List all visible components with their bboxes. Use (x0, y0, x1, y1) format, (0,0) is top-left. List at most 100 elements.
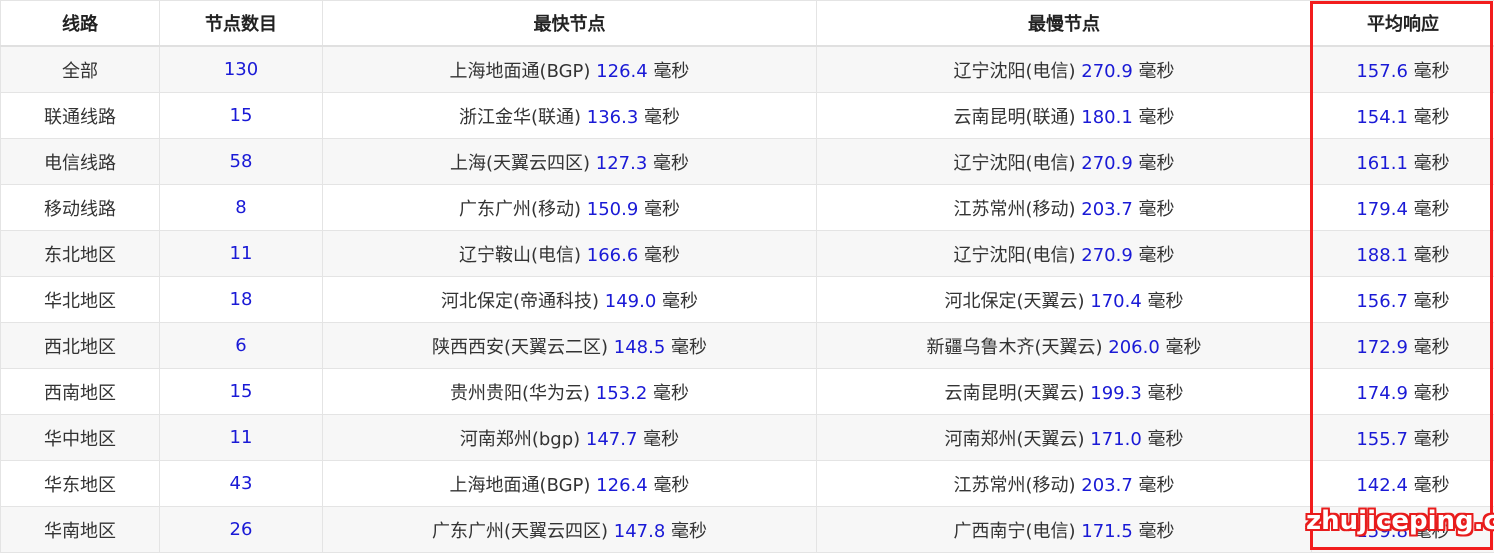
cell-average-response: 161.1 毫秒 (1312, 139, 1494, 185)
cell-slowest-node: 云南昆明(联通) 180.1 毫秒 (817, 93, 1312, 139)
node-count-value: 6 (235, 335, 246, 356)
cell-node-count: 11 (160, 415, 323, 461)
cell-line: 华东地区 (1, 461, 160, 507)
fastest-node-ms: 149.0 (605, 291, 657, 312)
cell-line: 东北地区 (1, 231, 160, 277)
slowest-node-name: 江苏常州(移动) (953, 199, 1075, 220)
table-row: 全部130上海地面通(BGP) 126.4 毫秒辽宁沈阳(电信) 270.9 毫… (1, 46, 1494, 93)
cell-average-response: 179.4 毫秒 (1312, 185, 1494, 231)
fastest-node-ms: 136.3 (587, 107, 639, 128)
fastest-node-name: 河北保定(帝通科技) (441, 291, 599, 312)
slowest-node-name: 辽宁沈阳(电信) (953, 61, 1075, 82)
unit-label: 毫秒 (644, 245, 680, 266)
cell-node-count: 58 (160, 139, 323, 185)
table-row: 华北地区18河北保定(帝通科技) 149.0 毫秒河北保定(天翼云) 170.4… (1, 277, 1494, 323)
slowest-node-name: 辽宁沈阳(电信) (953, 245, 1075, 266)
slowest-node-ms: 171.5 (1081, 521, 1133, 542)
unit-label: 毫秒 (1414, 429, 1450, 450)
header-line: 线路 (1, 1, 160, 47)
cell-slowest-node: 江苏常州(移动) 203.7 毫秒 (817, 185, 1312, 231)
fastest-node-name: 广东广州(天翼云四区) (432, 521, 608, 542)
cell-slowest-node: 江苏常州(移动) 203.7 毫秒 (817, 461, 1312, 507)
unit-label: 毫秒 (1414, 107, 1450, 128)
average-ms: 188.1 (1356, 245, 1408, 266)
cell-line: 全部 (1, 46, 160, 93)
cell-fastest-node: 贵州贵阳(华为云) 153.2 毫秒 (323, 369, 817, 415)
cell-fastest-node: 上海地面通(BGP) 126.4 毫秒 (323, 461, 817, 507)
average-ms: 157.6 (1356, 61, 1408, 82)
cell-fastest-node: 广东广州(天翼云四区) 147.8 毫秒 (323, 507, 817, 553)
slowest-node-ms: 203.7 (1081, 199, 1133, 220)
unit-label: 毫秒 (1414, 199, 1450, 220)
cell-line: 移动线路 (1, 185, 160, 231)
average-ms: 161.1 (1356, 153, 1408, 174)
slowest-node-ms: 206.0 (1108, 337, 1160, 358)
header-fastest-node: 最快节点 (323, 1, 817, 47)
cell-average-response: 157.6 毫秒 (1312, 46, 1494, 93)
node-count-value: 130 (224, 59, 258, 80)
slowest-node-ms: 170.4 (1090, 291, 1142, 312)
cell-node-count: 18 (160, 277, 323, 323)
average-ms: 154.1 (1356, 107, 1408, 128)
cell-average-response: 142.4 毫秒 (1312, 461, 1494, 507)
table-row: 移动线路8广东广州(移动) 150.9 毫秒江苏常州(移动) 203.7 毫秒1… (1, 185, 1494, 231)
unit-label: 毫秒 (1414, 475, 1450, 496)
fastest-node-ms: 126.4 (596, 61, 648, 82)
cell-slowest-node: 新疆乌鲁木齐(天翼云) 206.0 毫秒 (817, 323, 1312, 369)
unit-label: 毫秒 (1414, 291, 1450, 312)
average-ms: 156.7 (1356, 291, 1408, 312)
unit-label: 毫秒 (1148, 383, 1184, 404)
node-count-value: 8 (235, 197, 246, 218)
header-row: 线路 节点数目 最快节点 最慢节点 平均响应 (1, 1, 1494, 47)
average-ms: 172.9 (1356, 337, 1408, 358)
fastest-node-name: 贵州贵阳(华为云) (450, 383, 590, 404)
cell-fastest-node: 河南郑州(bgp) 147.7 毫秒 (323, 415, 817, 461)
average-ms: 179.4 (1356, 199, 1408, 220)
unit-label: 毫秒 (1414, 245, 1450, 266)
cell-node-count: 15 (160, 369, 323, 415)
table-row: 东北地区11辽宁鞍山(电信) 166.6 毫秒辽宁沈阳(电信) 270.9 毫秒… (1, 231, 1494, 277)
table-row: 联通线路15浙江金华(联通) 136.3 毫秒云南昆明(联通) 180.1 毫秒… (1, 93, 1494, 139)
unit-label: 毫秒 (644, 199, 680, 220)
node-count-value: 11 (230, 243, 253, 264)
unit-label: 毫秒 (1414, 337, 1450, 358)
node-count-value: 11 (230, 427, 253, 448)
slowest-node-ms: 180.1 (1081, 107, 1133, 128)
cell-slowest-node: 河南郑州(天翼云) 171.0 毫秒 (817, 415, 1312, 461)
unit-label: 毫秒 (644, 107, 680, 128)
table-row: 华东地区43上海地面通(BGP) 126.4 毫秒江苏常州(移动) 203.7 … (1, 461, 1494, 507)
table-header: 线路 节点数目 最快节点 最慢节点 平均响应 (1, 1, 1494, 47)
slowest-node-ms: 199.3 (1090, 383, 1142, 404)
cell-fastest-node: 广东广州(移动) 150.9 毫秒 (323, 185, 817, 231)
fastest-node-name: 浙江金华(联通) (459, 107, 581, 128)
cell-slowest-node: 辽宁沈阳(电信) 270.9 毫秒 (817, 139, 1312, 185)
unit-label: 毫秒 (1166, 337, 1202, 358)
node-count-value: 15 (230, 105, 253, 126)
slowest-node-name: 云南昆明(联通) (953, 107, 1075, 128)
header-node-count: 节点数目 (160, 1, 323, 47)
slowest-node-ms: 270.9 (1081, 61, 1133, 82)
cell-node-count: 26 (160, 507, 323, 553)
cell-fastest-node: 陕西西安(天翼云二区) 148.5 毫秒 (323, 323, 817, 369)
cell-fastest-node: 上海(天翼云四区) 127.3 毫秒 (323, 139, 817, 185)
cell-line: 西南地区 (1, 369, 160, 415)
cell-fastest-node: 河北保定(帝通科技) 149.0 毫秒 (323, 277, 817, 323)
fastest-node-name: 上海地面通(BGP) (450, 61, 591, 82)
cell-fastest-node: 浙江金华(联通) 136.3 毫秒 (323, 93, 817, 139)
slowest-node-name: 江苏常州(移动) (953, 475, 1075, 496)
watermark: zhujiceping.com (1306, 506, 1494, 536)
slowest-node-ms: 171.0 (1090, 429, 1142, 450)
unit-label: 毫秒 (1139, 199, 1175, 220)
unit-label: 毫秒 (671, 337, 707, 358)
node-count-value: 18 (230, 289, 253, 310)
cell-slowest-node: 辽宁沈阳(电信) 270.9 毫秒 (817, 231, 1312, 277)
unit-label: 毫秒 (1414, 61, 1450, 82)
slowest-node-ms: 270.9 (1081, 245, 1133, 266)
slowest-node-name: 河南郑州(天翼云) (944, 429, 1084, 450)
slowest-node-ms: 270.9 (1081, 153, 1133, 174)
unit-label: 毫秒 (653, 383, 689, 404)
cell-line: 电信线路 (1, 139, 160, 185)
unit-label: 毫秒 (1148, 291, 1184, 312)
cell-node-count: 11 (160, 231, 323, 277)
fastest-node-name: 辽宁鞍山(电信) (459, 245, 581, 266)
